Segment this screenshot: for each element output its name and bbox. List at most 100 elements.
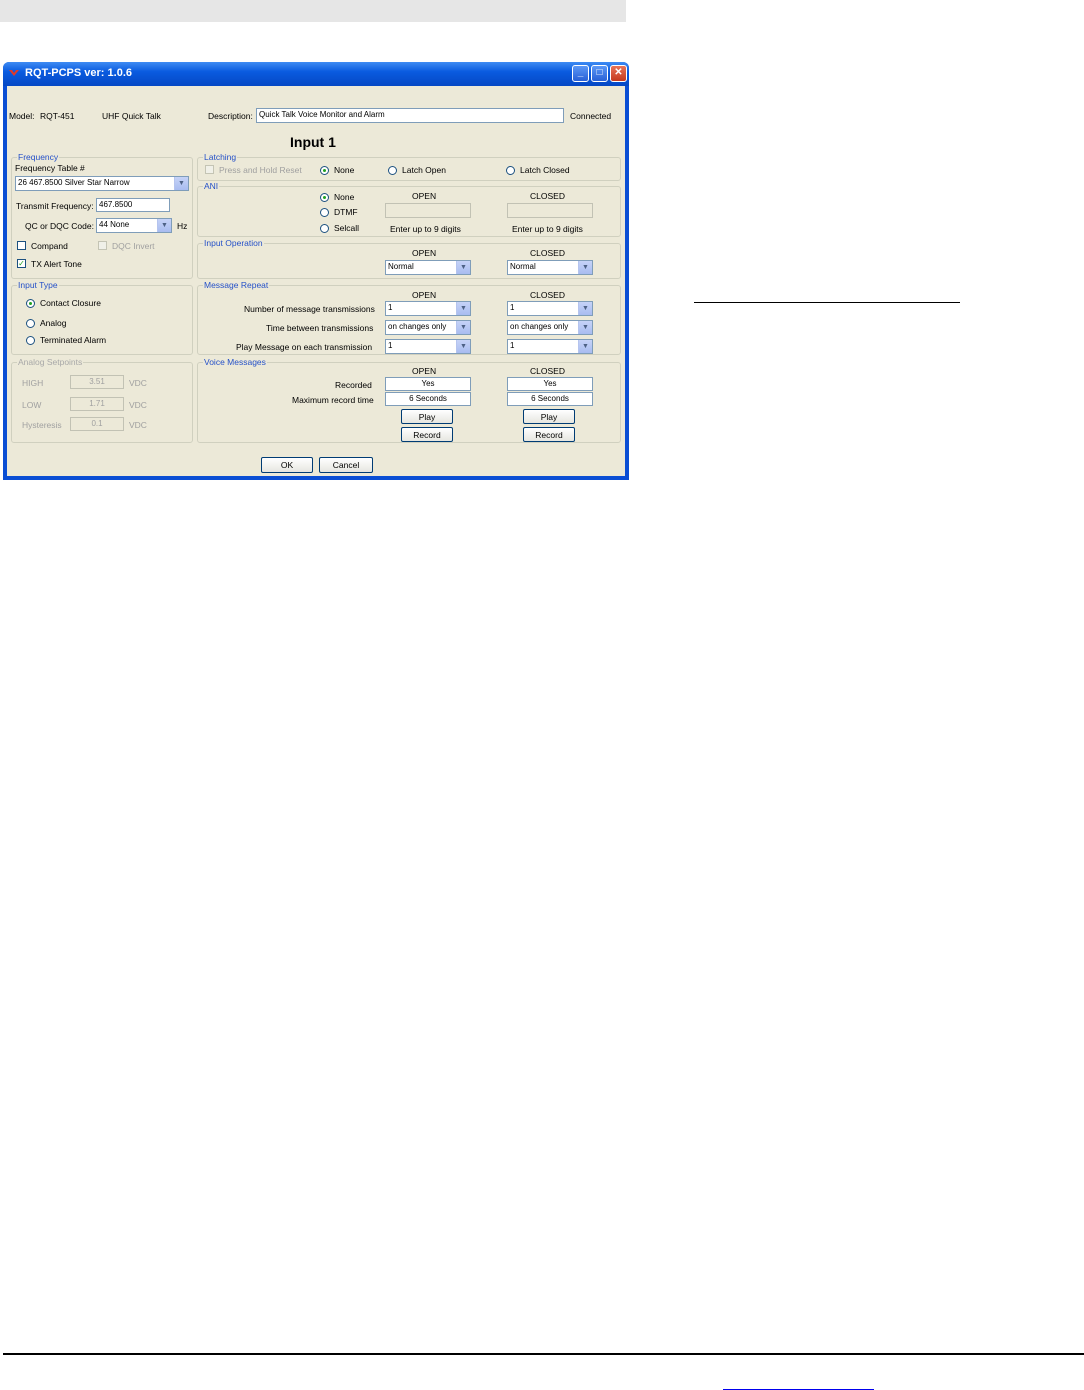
terminated-alarm-radio[interactable] — [26, 336, 35, 345]
ani-dtmf-radio[interactable] — [320, 208, 329, 217]
press-hold-reset-checkbox[interactable] — [205, 165, 214, 174]
product-name: UHF Quick Talk — [102, 111, 161, 121]
app-window: RQT-PCPS ver: 1.0.6 _ □ ✕ Model: RQT-451… — [3, 62, 629, 480]
time-between-open-value: on changes only — [388, 322, 447, 331]
ani-none-radio[interactable] — [320, 193, 329, 202]
input-type-group-title: Input Type — [17, 280, 59, 290]
ani-selcall-radio[interactable] — [320, 224, 329, 233]
message-repeat-group-title: Message Repeat — [203, 280, 270, 290]
analog-label: Analog — [40, 318, 67, 328]
latching-group-title: Latching — [203, 152, 238, 162]
input-operation-open-value: Normal — [388, 262, 414, 271]
qc-code-value: 44 None — [99, 220, 130, 229]
transmissions-count-open-select[interactable]: 1 ▼ — [385, 301, 471, 316]
transmit-frequency-input[interactable]: 467.8500 — [96, 198, 170, 212]
voice-messages-group-title: Voice Messages — [203, 357, 267, 367]
ani-dtmf-label: DTMF — [334, 207, 358, 217]
play-closed-button[interactable]: Play — [523, 409, 575, 424]
tx-alert-checkbox[interactable]: ✓ — [17, 259, 26, 268]
page-footer-rule — [3, 1353, 1084, 1355]
qc-code-label: QC or DQC Code: — [25, 221, 94, 231]
play-message-open-select[interactable]: 1 ▼ — [385, 339, 471, 354]
app-logo-icon — [9, 70, 19, 76]
analog-radio[interactable] — [26, 319, 35, 328]
qc-code-select[interactable]: 44 None ▼ — [96, 218, 172, 233]
dqc-invert-label: DQC Invert — [112, 241, 155, 251]
input-title: Input 1 — [290, 134, 336, 150]
message-repeat-open-header: OPEN — [412, 290, 437, 300]
analog-setpoints-group-title: Analog Setpoints — [17, 357, 84, 367]
hz-unit: Hz — [177, 221, 188, 231]
chevron-down-icon[interactable]: ▼ — [578, 321, 592, 334]
recorded-open-value: Yes — [385, 377, 471, 391]
voice-messages-group: Voice Messages OPEN CLOSED Recorded Yes … — [197, 357, 621, 443]
description-input[interactable]: Quick Talk Voice Monitor and Alarm — [256, 108, 564, 123]
latch-open-radio[interactable] — [388, 166, 397, 175]
voice-open-header: OPEN — [412, 366, 437, 376]
compand-label: Compand — [31, 241, 68, 251]
hysteresis-label: Hysteresis — [22, 420, 62, 430]
title-bar[interactable]: RQT-PCPS ver: 1.0.6 _ □ ✕ — [3, 62, 629, 86]
time-between-label: Time between transmissions — [266, 323, 374, 333]
input-operation-closed-select[interactable]: Normal ▼ — [507, 260, 593, 275]
latching-group: Latching Press and Hold Reset None Latch… — [197, 152, 621, 181]
time-between-closed-select[interactable]: on changes only ▼ — [507, 320, 593, 335]
hysteresis-unit: VDC — [129, 420, 147, 430]
input-type-group: Input Type Contact Closure Analog Termin… — [11, 280, 193, 355]
contact-closure-radio[interactable] — [26, 299, 35, 308]
recorded-label: Recorded — [335, 380, 372, 390]
input-operation-open-select[interactable]: Normal ▼ — [385, 260, 471, 275]
chevron-down-icon[interactable]: ▼ — [578, 261, 592, 274]
dqc-invert-checkbox[interactable] — [98, 241, 107, 250]
hysteresis-input[interactable]: 0.1 — [70, 417, 124, 431]
cancel-button[interactable]: Cancel — [319, 457, 373, 473]
record-closed-button[interactable]: Record — [523, 427, 575, 442]
record-open-button[interactable]: Record — [401, 427, 453, 442]
max-record-closed-value: 6 Seconds — [507, 392, 593, 406]
chevron-down-icon[interactable]: ▼ — [456, 302, 470, 315]
frequency-group-title: Frequency — [17, 152, 60, 162]
transmissions-count-label: Number of message transmissions — [244, 304, 375, 314]
dialog-client-area: Model: RQT-451 UHF Quick Talk Descriptio… — [7, 86, 625, 476]
input-operation-closed-header: CLOSED — [530, 248, 565, 258]
chevron-down-icon[interactable]: ▼ — [578, 340, 592, 353]
maximize-button[interactable]: □ — [591, 65, 608, 82]
analog-setpoints-group: Analog Setpoints HIGH 3.51 VDC LOW 1.71 … — [11, 357, 193, 443]
chevron-down-icon[interactable]: ▼ — [456, 321, 470, 334]
compand-checkbox[interactable] — [17, 241, 26, 250]
ani-selcall-label: Selcall — [334, 223, 360, 233]
latch-closed-radio[interactable] — [506, 166, 515, 175]
play-open-button[interactable]: Play — [401, 409, 453, 424]
minimize-button[interactable]: _ — [572, 65, 589, 82]
chevron-down-icon[interactable]: ▼ — [578, 302, 592, 315]
latch-closed-label: Latch Closed — [520, 165, 570, 175]
chevron-down-icon[interactable]: ▼ — [456, 261, 470, 274]
tx-alert-label: TX Alert Tone — [31, 259, 82, 269]
high-input[interactable]: 3.51 — [70, 375, 124, 389]
frequency-group: Frequency Frequency Table # 26 467.8500 … — [11, 152, 193, 279]
ani-closed-hint: Enter up to 9 digits — [512, 224, 583, 234]
play-message-open-value: 1 — [388, 341, 393, 350]
message-repeat-group: Message Repeat OPEN CLOSED Number of mes… — [197, 280, 621, 355]
frequency-table-select[interactable]: 26 467.8500 Silver Star Narrow ▼ — [15, 176, 189, 191]
latching-none-label: None — [334, 165, 355, 175]
ani-open-input[interactable] — [385, 203, 471, 218]
ani-closed-input[interactable] — [507, 203, 593, 218]
time-between-open-select[interactable]: on changes only ▼ — [385, 320, 471, 335]
chevron-down-icon[interactable]: ▼ — [157, 219, 171, 232]
window-title: RQT-PCPS ver: 1.0.6 — [25, 67, 132, 79]
low-input[interactable]: 1.71 — [70, 397, 124, 411]
transmissions-count-open-value: 1 — [388, 303, 393, 312]
frequency-table-value: 26 467.8500 Silver Star Narrow — [18, 178, 130, 187]
transmit-frequency-label: Transmit Frequency: — [16, 201, 94, 211]
close-button[interactable]: ✕ — [610, 65, 627, 82]
message-repeat-closed-header: CLOSED — [530, 290, 565, 300]
play-message-closed-select[interactable]: 1 ▼ — [507, 339, 593, 354]
transmissions-count-closed-select[interactable]: 1 ▼ — [507, 301, 593, 316]
description-label: Description: — [208, 111, 253, 121]
max-record-time-label: Maximum record time — [292, 395, 374, 405]
latching-none-radio[interactable] — [320, 166, 329, 175]
chevron-down-icon[interactable]: ▼ — [456, 340, 470, 353]
ok-button[interactable]: OK — [261, 457, 313, 473]
chevron-down-icon[interactable]: ▼ — [174, 177, 188, 190]
